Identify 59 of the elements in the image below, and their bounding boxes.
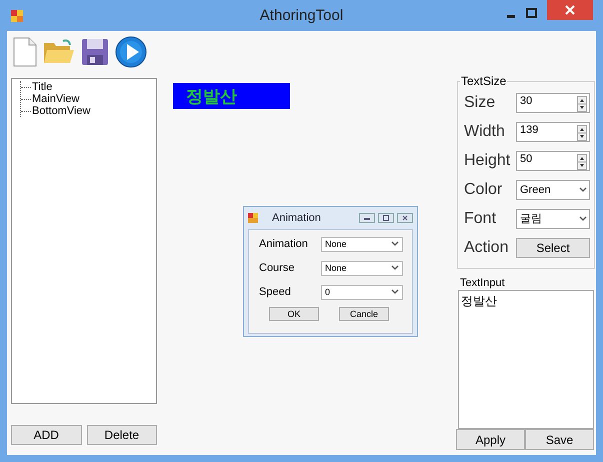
- save-icon[interactable]: [81, 38, 109, 66]
- action-button[interactable]: Delete: [86, 425, 157, 445]
- number-value: 50: [520, 152, 532, 164]
- number-value: 139: [520, 124, 538, 136]
- field-label: Color: [464, 180, 504, 198]
- field-label: Speed: [259, 286, 292, 298]
- spinner-arrows-icon[interactable]: [577, 96, 587, 112]
- spinner-arrows-icon[interactable]: [577, 154, 587, 170]
- field-label: Animation: [259, 238, 309, 250]
- action-button[interactable]: Apply: [456, 429, 525, 450]
- dialog-button[interactable]: Cancle: [339, 307, 389, 321]
- field-label: Course: [259, 262, 296, 274]
- dropdown-value: Green: [520, 184, 551, 196]
- field-label: Size: [464, 94, 496, 112]
- field-label: Height: [464, 152, 512, 170]
- text-area[interactable]: 정발산: [458, 290, 594, 429]
- field-label: Font: [464, 210, 498, 228]
- dropdown-value: None: [325, 263, 347, 273]
- number-field[interactable]: 139: [516, 122, 590, 142]
- spinner-arrows-icon[interactable]: [577, 124, 587, 140]
- dropdown-value: 굴림: [520, 212, 542, 226]
- play-icon[interactable]: [115, 36, 147, 68]
- chevron-down-icon: [391, 289, 399, 295]
- minimize-icon[interactable]: [359, 213, 375, 223]
- app-icon: [248, 213, 258, 223]
- chevron-down-icon: [579, 216, 587, 222]
- close-icon[interactable]: [547, 0, 593, 20]
- chevron-down-icon: [391, 265, 399, 271]
- group-title: TextSize: [460, 74, 508, 88]
- dropdown-field[interactable]: 굴림: [516, 208, 590, 228]
- number-field[interactable]: 30: [516, 92, 590, 112]
- dropdown-value: 0: [325, 287, 330, 297]
- window-title: AthoringTool: [260, 7, 344, 24]
- field-label: Action: [464, 238, 510, 256]
- app-icon: [11, 10, 23, 22]
- field-label: TextInput: [460, 277, 506, 289]
- maximize-icon[interactable]: [526, 8, 537, 18]
- new-file-icon[interactable]: [13, 36, 37, 66]
- dropdown-field[interactable]: 0: [321, 284, 403, 300]
- action-button[interactable]: Save: [525, 429, 594, 450]
- select-button[interactable]: Select: [516, 238, 590, 258]
- dropdown-field[interactable]: Green: [516, 180, 590, 200]
- tree-item[interactable]: BottomView: [32, 105, 90, 117]
- chevron-down-icon: [391, 241, 399, 247]
- close-icon[interactable]: [397, 213, 413, 223]
- maximize-icon[interactable]: [378, 213, 394, 223]
- action-button[interactable]: ADD: [11, 425, 82, 445]
- dropdown-value: None: [325, 239, 347, 249]
- dialog-title: Animation: [272, 212, 321, 224]
- chevron-down-icon: [579, 186, 587, 192]
- number-field[interactable]: 50: [516, 150, 590, 170]
- number-value: 30: [520, 94, 532, 106]
- dropdown-field[interactable]: None: [321, 236, 403, 252]
- text-label[interactable]: 정발산: [173, 83, 290, 109]
- tree-item[interactable]: Title: [32, 81, 52, 93]
- dialog-button[interactable]: OK: [269, 307, 319, 321]
- dropdown-field[interactable]: None: [321, 260, 403, 276]
- field-label: Width: [464, 122, 506, 140]
- tree-item[interactable]: MainView: [32, 93, 80, 105]
